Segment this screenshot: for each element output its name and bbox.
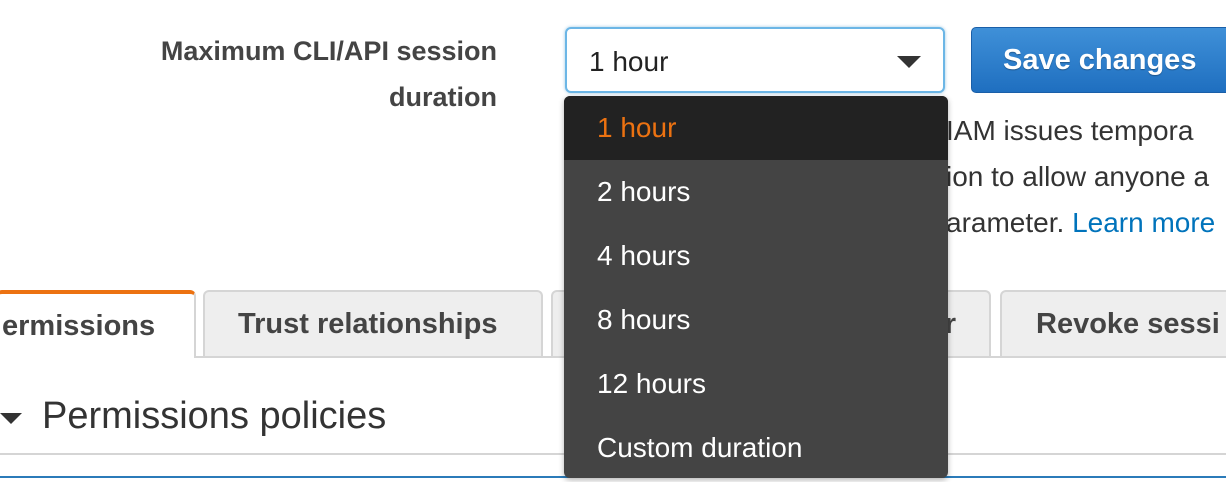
tab-trust-relationships[interactable]: Trust relationships [203, 290, 543, 358]
learn-more-link[interactable]: Learn more [1072, 207, 1215, 238]
description-line2: ion to allow anyone a [946, 161, 1210, 192]
description-line1: IAM issues tempora [946, 115, 1194, 146]
caret-down-icon[interactable] [0, 413, 22, 424]
dropdown-option-8-hours[interactable]: 8 hours [564, 288, 948, 352]
dropdown-option-12-hours[interactable]: 12 hours [564, 352, 948, 416]
dropdown-option-custom-duration[interactable]: Custom duration [564, 416, 948, 478]
chevron-down-icon [897, 56, 921, 68]
session-duration-dropdown-menu: 1 hour 2 hours 4 hours 8 hours 12 hours … [564, 96, 948, 478]
description-line3: arameter. Learn more [946, 200, 1226, 246]
session-duration-description: IAM issues tempora ion to allow anyone a… [946, 108, 1226, 246]
tab-revoke-sessions[interactable]: Revoke sessi [1000, 290, 1226, 358]
permissions-policies-heading[interactable]: Permissions policies [42, 393, 386, 439]
tab-trust-relationships-label: Trust relationships [238, 308, 498, 340]
dropdown-option-2-hours[interactable]: 2 hours [564, 160, 948, 224]
tab-permissions-label: ermissions [2, 310, 156, 342]
tab-revoke-sessions-label: Revoke sessi [1036, 308, 1220, 340]
save-changes-button[interactable]: Save changes [971, 27, 1226, 93]
session-duration-label-line2: duration [389, 82, 497, 112]
tab-permissions[interactable]: ermissions [0, 290, 196, 358]
session-duration-label: Maximum CLI/API session duration [80, 28, 497, 120]
description-line3-text: arameter. [946, 207, 1073, 238]
session-duration-select[interactable]: 1 hour [565, 27, 945, 93]
select-current-value: 1 hour [589, 46, 669, 77]
session-duration-label-line1: Maximum CLI/API session [160, 36, 497, 66]
dropdown-option-1-hour[interactable]: 1 hour [564, 96, 948, 160]
dropdown-option-4-hours[interactable]: 4 hours [564, 224, 948, 288]
